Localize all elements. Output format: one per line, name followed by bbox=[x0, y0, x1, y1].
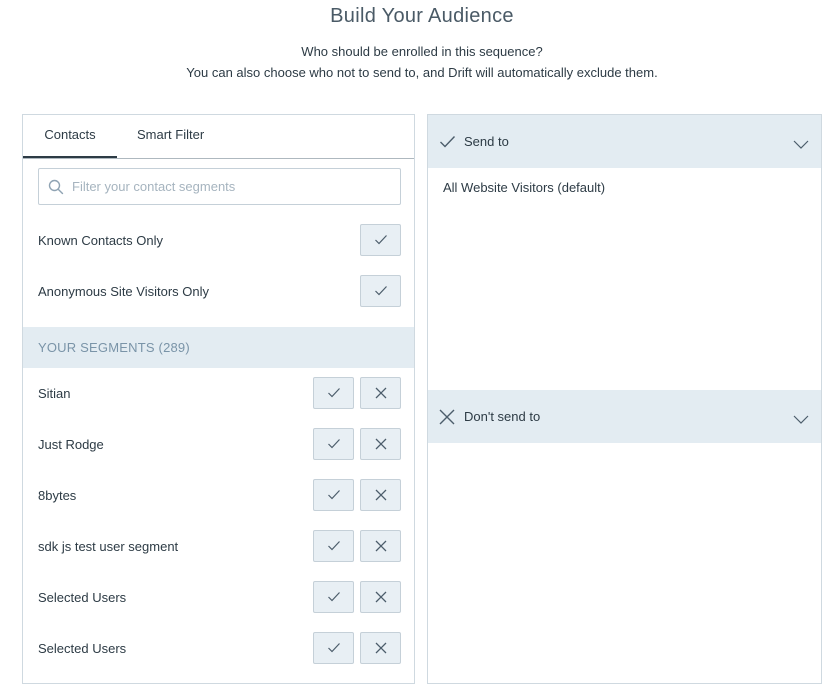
check-icon bbox=[327, 490, 340, 500]
quick-filter-label: Known Contacts Only bbox=[38, 232, 164, 248]
segment-picker-panel: Contacts Smart Filter Known Contacts Onl… bbox=[22, 114, 415, 684]
check-icon bbox=[327, 388, 340, 398]
check-icon bbox=[374, 235, 387, 245]
segment-row: Just Rodge bbox=[38, 428, 401, 460]
close-icon bbox=[375, 387, 386, 399]
segment-label: Sitian bbox=[38, 385, 71, 401]
exclude-button[interactable] bbox=[360, 428, 401, 460]
quick-filter-anonymous-visitors: Anonymous Site Visitors Only bbox=[38, 275, 401, 307]
segments-header: YOUR SEGMENTS (289) bbox=[23, 327, 414, 368]
quick-filter-label: Anonymous Site Visitors Only bbox=[38, 283, 209, 299]
close-icon bbox=[375, 540, 386, 552]
send-to-label: Send to bbox=[464, 134, 509, 149]
exclude-button[interactable] bbox=[360, 530, 401, 562]
segment-row: Selected Users bbox=[38, 632, 401, 664]
segment-search-box bbox=[38, 168, 401, 205]
segment-label: Selected Users bbox=[38, 589, 127, 605]
include-button[interactable] bbox=[360, 224, 401, 256]
page-subtitle-1: Who should be enrolled in this sequence? bbox=[301, 44, 543, 59]
quick-filter-known-contacts: Known Contacts Only bbox=[38, 224, 401, 256]
include-button[interactable] bbox=[313, 428, 354, 460]
check-icon bbox=[327, 592, 340, 602]
segment-row: Sitian bbox=[38, 377, 401, 409]
close-icon bbox=[375, 489, 386, 501]
segment-row: sdk js test user segment bbox=[38, 530, 401, 562]
segment-search-input[interactable] bbox=[70, 178, 394, 195]
exclude-button[interactable] bbox=[360, 581, 401, 613]
check-icon bbox=[327, 541, 340, 551]
close-icon bbox=[375, 438, 386, 450]
close-icon bbox=[438, 408, 456, 426]
chevron-down-icon bbox=[793, 415, 809, 424]
send-to-item: All Website Visitors (default) bbox=[443, 180, 606, 195]
tab-smart-filter[interactable]: Smart Filter bbox=[137, 115, 204, 158]
audience-summary-panel: Send to All Website Visitors (default) D… bbox=[427, 114, 822, 684]
segment-label: Selected Users bbox=[38, 640, 127, 656]
check-icon bbox=[327, 643, 340, 653]
check-icon bbox=[438, 133, 456, 151]
include-button[interactable] bbox=[313, 377, 354, 409]
chevron-down-icon bbox=[793, 140, 809, 149]
tab-bar: Contacts Smart Filter bbox=[23, 115, 414, 159]
check-icon bbox=[374, 286, 387, 296]
exclude-button[interactable] bbox=[360, 632, 401, 664]
include-button[interactable] bbox=[360, 275, 401, 307]
include-button[interactable] bbox=[313, 581, 354, 613]
segment-label: Just Rodge bbox=[38, 436, 104, 452]
search-icon bbox=[48, 179, 64, 194]
include-button[interactable] bbox=[313, 479, 354, 511]
segment-row: 8bytes bbox=[38, 479, 401, 511]
segment-row: Selected Users bbox=[38, 581, 401, 613]
exclude-button[interactable] bbox=[360, 479, 401, 511]
segment-label: 8bytes bbox=[38, 487, 77, 503]
check-icon bbox=[327, 439, 340, 449]
dont-send-to-label: Don't send to bbox=[464, 409, 541, 424]
dont-send-to-header[interactable]: Don't send to bbox=[428, 390, 821, 443]
segment-label: sdk js test user segment bbox=[38, 538, 179, 554]
include-button[interactable] bbox=[313, 632, 354, 664]
page-subtitle-2: You can also choose who not to send to, … bbox=[186, 65, 658, 80]
close-icon bbox=[375, 591, 386, 603]
page-title: Build Your Audience bbox=[330, 5, 514, 27]
exclude-button[interactable] bbox=[360, 377, 401, 409]
close-icon bbox=[375, 642, 386, 654]
send-to-header[interactable]: Send to bbox=[428, 115, 821, 168]
include-button[interactable] bbox=[313, 530, 354, 562]
tab-contacts[interactable]: Contacts bbox=[23, 115, 117, 158]
